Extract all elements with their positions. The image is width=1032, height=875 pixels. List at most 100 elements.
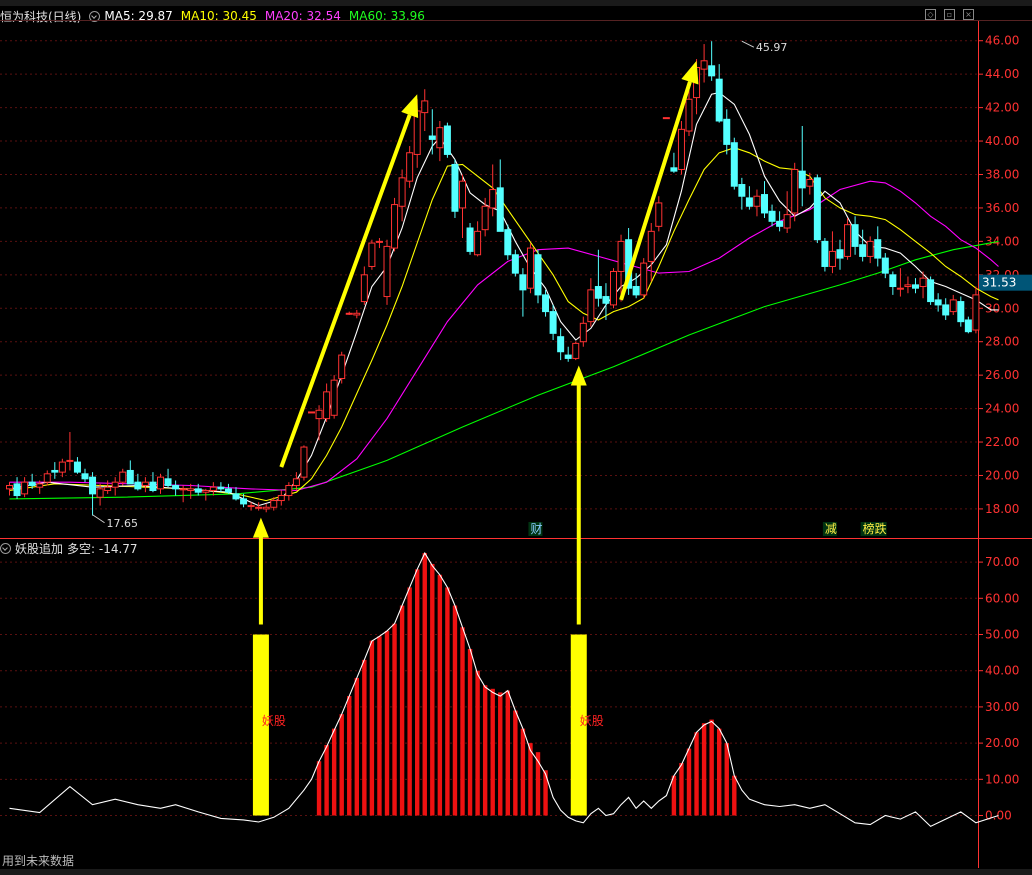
main-y-tick-label: 24.00: [985, 402, 1019, 416]
high-price-label: 45.97: [756, 41, 788, 54]
main-y-tick-label: 42.00: [985, 101, 1019, 115]
candle-body: [821, 240, 829, 267]
chart-canvas[interactable]: 18.0020.0022.0024.0026.0028.0030.0032.00…: [0, 0, 1032, 875]
signal-bar: [520, 728, 526, 816]
candle-body: [104, 486, 112, 492]
candle-body: [640, 262, 648, 296]
candle-body: [368, 242, 376, 267]
signal-bar: [460, 627, 465, 816]
candle-body: [594, 286, 602, 299]
low-price-label: 17.65: [107, 517, 139, 530]
candle-body: [866, 240, 874, 257]
candle-body: [881, 257, 889, 274]
candle-body: [813, 177, 821, 241]
candle-body: [526, 247, 534, 289]
trend-arrow-shaft: [619, 81, 692, 301]
candle-body: [224, 488, 232, 493]
event-badge: 榜跌: [863, 521, 887, 536]
candle-body: [889, 274, 897, 288]
signal-bar: [324, 744, 329, 816]
main-y-tick-label: 26.00: [985, 368, 1019, 382]
candle-body: [549, 311, 557, 334]
signal-bar: [701, 723, 707, 816]
candle-body: [66, 459, 74, 462]
candle-body: [610, 270, 617, 306]
candle-body: [511, 254, 519, 274]
candle-body: [783, 214, 791, 229]
candle-body: [459, 180, 466, 209]
signal-bar: [422, 553, 427, 816]
candle-body: [96, 488, 104, 498]
candle-body: [874, 239, 882, 259]
signal-bar: [467, 648, 473, 816]
signal-bar: [384, 630, 390, 816]
candle-body: [451, 163, 459, 212]
candle-body: [323, 391, 331, 420]
signal-bar: [354, 677, 359, 816]
event-badge: 财: [530, 522, 542, 536]
candle-body: [421, 100, 429, 114]
candle-body: [632, 286, 640, 296]
candle-body: [685, 98, 693, 132]
candle-body: [300, 446, 308, 478]
main-y-tick-label: 36.00: [985, 201, 1019, 215]
candle-body: [172, 485, 180, 490]
chart-stage: 恒为科技(日线) MA5: 29.87 MA10: 30.45 MA20: 32…: [0, 0, 1032, 875]
candle-body: [466, 227, 474, 252]
main-y-tick-label: 38.00: [985, 167, 1019, 181]
signal-bar: [709, 719, 714, 816]
candle-body: [353, 312, 361, 316]
signal-bar: [316, 761, 322, 816]
signal-bar: [362, 659, 367, 816]
candle-body: [345, 312, 353, 315]
demon-stock-label: 妖股: [262, 714, 286, 728]
candle-body: [723, 118, 731, 145]
signal-bar: [498, 692, 503, 816]
candle-body: [164, 478, 172, 487]
main-y-tick-label: 22.00: [985, 435, 1019, 449]
sub-y-tick-label: 50.00: [985, 628, 1019, 642]
candle-body: [957, 301, 965, 323]
candle-body: [315, 409, 323, 420]
signal-bar: [732, 775, 737, 816]
candle-body: [912, 284, 919, 289]
candle-body: [262, 506, 270, 510]
main-y-tick-label: 18.00: [985, 502, 1019, 516]
signal-bar: [437, 574, 443, 816]
demon-stock-label: 妖股: [580, 714, 604, 728]
signal-bar: [679, 763, 684, 816]
candle-body: [844, 224, 852, 257]
main-plot-area: [0, 24, 978, 534]
candle-body: [255, 506, 263, 509]
candle-body: [308, 411, 315, 414]
signal-bar: [694, 732, 699, 816]
candle-body: [896, 287, 904, 290]
main-y-tick-label: 30.00: [985, 301, 1019, 315]
candle-body: [157, 476, 164, 490]
sub-y-tick-label: 30.00: [985, 700, 1019, 714]
sub-y-tick-label: 10.00: [985, 772, 1019, 786]
candle-body: [217, 486, 225, 490]
candle-body: [179, 488, 187, 491]
candle-body: [443, 125, 451, 155]
candle-body: [119, 471, 127, 483]
candle-body: [534, 254, 542, 296]
signal-bar: [528, 743, 533, 816]
candle-body: [81, 473, 89, 480]
trend-arrow-head: [681, 60, 699, 85]
candle-body: [58, 461, 66, 473]
candle-body: [187, 488, 195, 492]
candle-body: [730, 142, 738, 187]
candle-body: [330, 379, 338, 416]
sub-y-tick-label: 20.00: [985, 736, 1019, 750]
candle-body: [375, 240, 383, 243]
low-marker-line: [92, 514, 105, 524]
candle-body: [474, 230, 482, 256]
candle-body: [496, 187, 504, 232]
candle-body: [564, 354, 572, 359]
ma60-line: [9, 240, 999, 500]
candle-body: [579, 322, 587, 343]
candle-body: [270, 500, 278, 508]
candle-body: [89, 476, 97, 495]
candle-body: [662, 117, 670, 120]
